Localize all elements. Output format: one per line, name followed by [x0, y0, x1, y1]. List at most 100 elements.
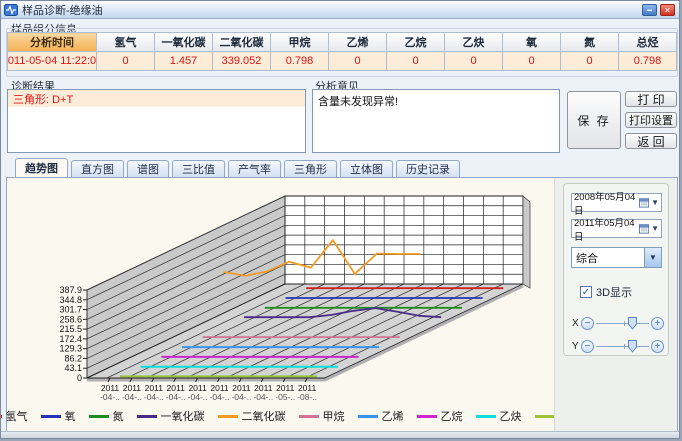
back-button[interactable]: 返 回	[625, 133, 677, 149]
trend-chart: 043.186.2129.3172.4215.5258.6301.7344.83…	[7, 178, 555, 410]
date-from-dropdown-arrow[interactable]: ▼	[651, 198, 659, 207]
legend-label: 氮	[113, 408, 124, 424]
legend-swatch	[535, 415, 555, 418]
tab-立体图[interactable]: 立体图	[340, 160, 393, 177]
close-button[interactable]: ✕	[660, 4, 675, 16]
legend-swatch	[358, 415, 378, 418]
y-slider-minus-button[interactable]: −	[581, 340, 594, 353]
column-header: 氢气	[97, 33, 155, 52]
tab-谱图[interactable]: 谱图	[127, 160, 169, 177]
column-header: 氧	[503, 33, 561, 52]
svg-text:129.3: 129.3	[59, 344, 82, 354]
title-bar: 样品诊断-绝缘油 ━ ✕	[1, 1, 679, 19]
legend-item: 氮	[89, 408, 124, 424]
svg-text:-05-..: -05-..	[275, 392, 295, 402]
app-icon	[4, 4, 18, 16]
view-mode-combobox[interactable]: 综合 ▼	[571, 247, 662, 268]
column-header: 一氧化碳	[155, 33, 213, 52]
legend-label: 乙烷	[441, 408, 463, 424]
date-to-value: 2011年05月04日	[574, 215, 639, 243]
legend-label: 一氧化碳	[161, 408, 205, 424]
svg-text:301.7: 301.7	[59, 305, 82, 315]
tab-趋势图[interactable]: 趋势图	[15, 158, 68, 177]
x-slider-thumb[interactable]	[628, 317, 637, 330]
window-title: 样品诊断-绝缘油	[22, 2, 103, 18]
print-settings-button[interactable]: 打印设置	[625, 112, 677, 128]
table-row[interactable]: 2011-05-04 11:22:0501.457339.0520.798000…	[8, 52, 677, 71]
table-cell: 0	[387, 52, 445, 71]
chart-options-panel: 2008年05月04日 ▼ 2011年05月04日 ▼	[554, 178, 677, 431]
x-slider-plus-button[interactable]: +	[651, 317, 664, 330]
table-cell: 339.052	[213, 52, 271, 71]
chevron-down-icon: ▼	[649, 253, 657, 262]
table-cell: 2011-05-04 11:22:05	[8, 52, 97, 71]
legend-item: 氢气	[0, 408, 28, 424]
legend-swatch	[0, 415, 2, 418]
column-header: 乙炔	[445, 33, 503, 52]
svg-text:43.1: 43.1	[64, 363, 82, 373]
tab-产气率[interactable]: 产气率	[228, 160, 281, 177]
tab-直方图[interactable]: 直方图	[71, 160, 124, 177]
column-header: 乙烷	[387, 33, 445, 52]
minimize-button[interactable]: ━	[642, 4, 657, 16]
x-rotation-slider-row: X − +	[572, 315, 664, 331]
column-header: 总烃	[619, 33, 677, 52]
svg-text:-04-..: -04-..	[122, 392, 142, 402]
tab-历史记录[interactable]: 历史记录	[396, 160, 460, 177]
tab-三角形[interactable]: 三角形	[284, 160, 337, 177]
legend-swatch	[89, 415, 109, 418]
table-cell: 0.798	[619, 52, 677, 71]
table-cell: 1.457	[155, 52, 213, 71]
app-window: 样品诊断-绝缘油 ━ ✕ 样品组分信息 分析时间氢气一氧化碳二氧化碳甲烷乙烯乙烷…	[0, 0, 680, 439]
sample-table: 分析时间氢气一氧化碳二氧化碳甲烷乙烯乙烷乙炔氧氮总烃 2011-05-04 11…	[7, 32, 677, 71]
tab-content-panel: 043.186.2129.3172.4215.5258.6301.7344.83…	[6, 177, 678, 432]
diagnosis-result-item[interactable]: 三角形: D+T	[8, 90, 305, 107]
column-header: 氮	[561, 33, 619, 52]
svg-text:-04-..: -04-..	[100, 392, 120, 402]
x-slider-label: X	[572, 318, 581, 329]
3d-display-option: ✓ 3D显示	[580, 284, 632, 300]
y-slider-plus-button[interactable]: +	[651, 340, 664, 353]
table-cell: 0.798	[271, 52, 329, 71]
date-from-value: 2008年05月04日	[574, 189, 639, 217]
legend-label: 氧	[65, 408, 76, 424]
legend-label: 乙炔	[500, 408, 522, 424]
svg-text:86.2: 86.2	[64, 353, 82, 363]
svg-text:-04-..: -04-..	[253, 392, 273, 402]
y-slider-thumb[interactable]	[628, 340, 637, 353]
opinion-textbox[interactable]: 含量未发现异常!	[312, 89, 560, 153]
svg-text:-04-..: -04-..	[210, 392, 230, 402]
legend-item: 一氧化碳	[137, 408, 205, 424]
table-cell: 0	[561, 52, 619, 71]
svg-text:-04-..: -04-..	[231, 392, 251, 402]
save-button[interactable]: 保 存	[567, 91, 621, 149]
svg-text:215.5: 215.5	[59, 324, 82, 334]
svg-text:-04-..: -04-..	[166, 392, 186, 402]
3d-display-checkbox[interactable]: ✓	[580, 286, 592, 298]
date-to-picker[interactable]: 2011年05月04日 ▼	[571, 219, 662, 238]
svg-text:-04-..: -04-..	[188, 392, 208, 402]
legend-swatch	[417, 415, 437, 418]
date-to-dropdown-arrow[interactable]: ▼	[651, 224, 659, 233]
svg-text:387.9: 387.9	[59, 285, 82, 295]
x-slider-minus-button[interactable]: −	[581, 317, 594, 330]
svg-text:-08-..: -08-..	[297, 392, 317, 402]
y-slider-track[interactable]	[596, 340, 649, 353]
legend-label: 甲烷	[323, 408, 345, 424]
3d-display-label: 3D显示	[596, 284, 632, 300]
table-cell: 0	[97, 52, 155, 71]
column-header: 甲烷	[271, 33, 329, 52]
window-bottom-edge	[1, 431, 679, 438]
legend-item: 甲烷	[299, 408, 345, 424]
date-from-picker[interactable]: 2008年05月04日 ▼	[571, 193, 662, 212]
diagnosis-listbox: 三角形: D+T	[7, 89, 306, 153]
x-slider-track[interactable]	[596, 317, 649, 330]
combobox-dropdown-button[interactable]: ▼	[644, 248, 661, 267]
chart-options-groupbox: 2008年05月04日 ▼ 2011年05月04日 ▼	[563, 183, 669, 356]
print-button[interactable]: 打 印	[625, 91, 677, 107]
legend-item: 氧	[41, 408, 76, 424]
tab-三比值[interactable]: 三比值	[172, 160, 225, 177]
svg-text:-04-..: -04-..	[144, 392, 164, 402]
y-slider-label: Y	[572, 341, 581, 352]
legend-swatch	[299, 415, 319, 418]
